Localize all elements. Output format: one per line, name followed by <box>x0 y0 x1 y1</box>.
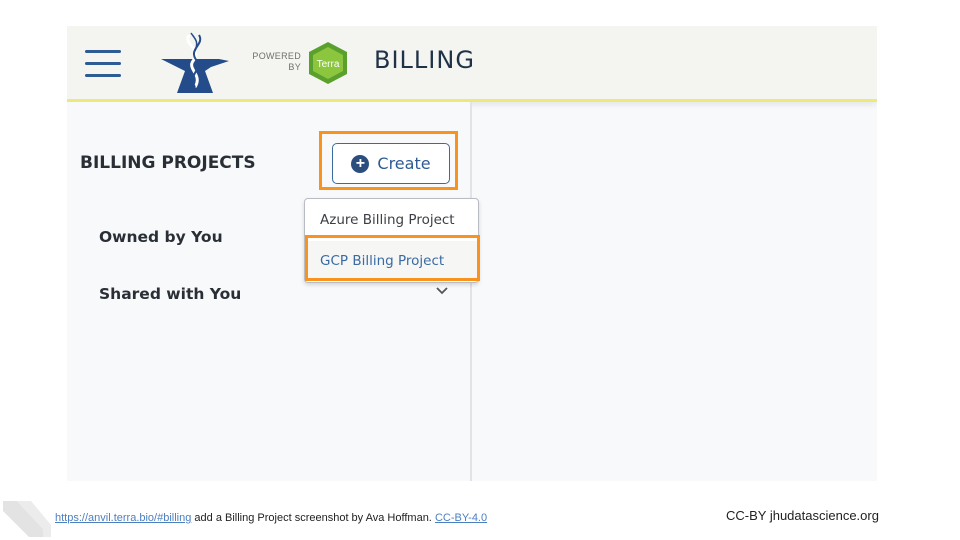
chevron-down-icon[interactable] <box>435 284 449 298</box>
hamburger-icon[interactable] <box>85 50 121 78</box>
billing-url-link[interactable]: https://anvil.terra.bio/#billing <box>55 512 191 524</box>
plus-circle-icon: + <box>351 154 370 173</box>
slide-credit: CC-BY jhudatascience.org <box>726 508 879 523</box>
create-button[interactable]: + Create <box>332 143 450 184</box>
terra-logo-icon: Terra <box>309 42 347 84</box>
create-button-label: Create <box>377 154 431 173</box>
powered-text: POWERED <box>252 51 301 61</box>
by-text: BY <box>288 62 301 72</box>
app-header: POWERED BY Terra BILLING <box>67 26 877 102</box>
terra-text: Terra <box>317 59 340 70</box>
gcp-highlight-box <box>305 235 480 281</box>
section-owned-by-you[interactable]: Owned by You <box>99 228 223 246</box>
section-shared-with-you[interactable]: Shared with You <box>99 285 241 303</box>
anvil-logo-icon[interactable] <box>159 31 231 95</box>
license-link[interactable]: CC-BY-4.0 <box>435 512 487 524</box>
menu-item-azure-billing-project[interactable]: Azure Billing Project <box>305 200 478 240</box>
screenshot: POWERED BY Terra BILLING BILLING PROJECT… <box>67 26 877 481</box>
slide-corner-decoration <box>3 501 51 537</box>
caption-text: add a Billing Project screenshot by Ava … <box>191 512 435 524</box>
slide-caption: https://anvil.terra.bio/#billing add a B… <box>55 512 487 524</box>
page-title: BILLING <box>374 46 475 74</box>
billing-sidebar: BILLING PROJECTS + Create Azure Billing … <box>67 102 480 481</box>
powered-by-label: POWERED BY <box>243 51 301 73</box>
billing-projects-heading: BILLING PROJECTS <box>80 153 256 173</box>
